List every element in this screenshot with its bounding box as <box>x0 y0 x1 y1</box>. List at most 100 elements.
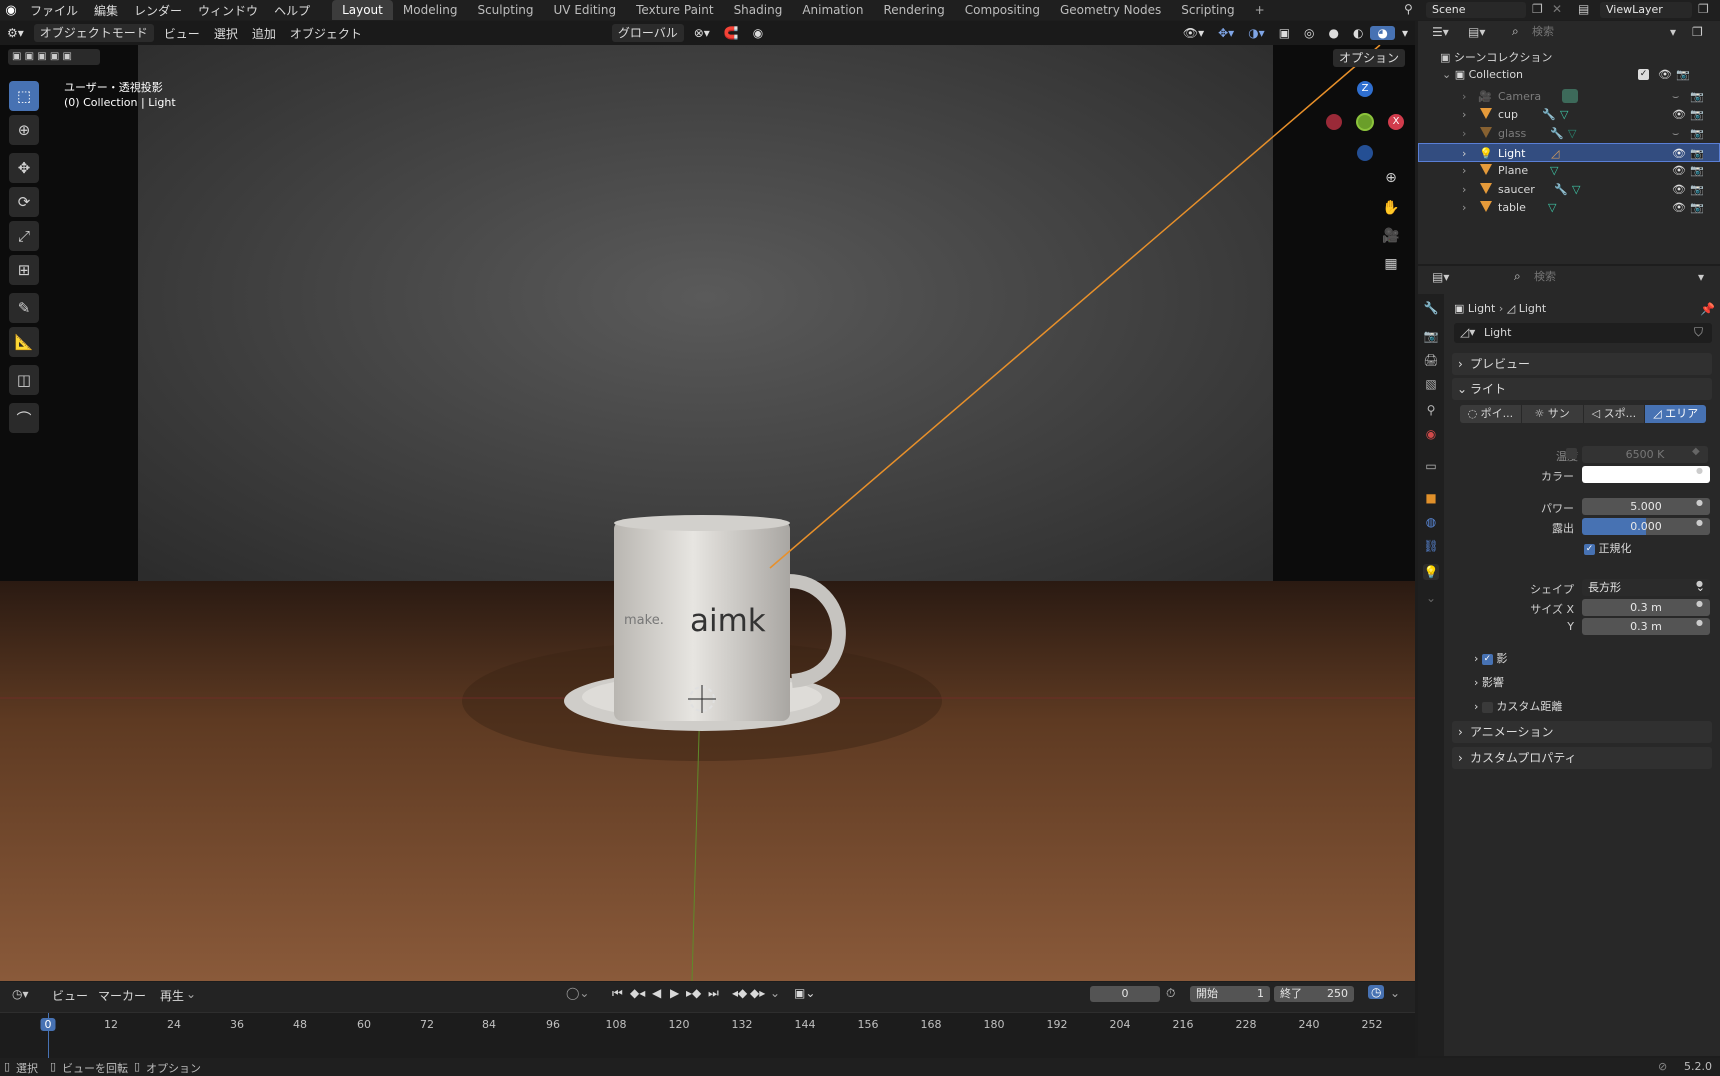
expand-arrow-icon[interactable]: › <box>1462 124 1466 143</box>
camera-view-icon[interactable]: 🎥 <box>1380 225 1402 247</box>
tab-geometry-nodes[interactable]: Geometry Nodes <box>1050 0 1171 20</box>
render-tab-icon[interactable]: 📷 <box>1423 328 1439 344</box>
panel-light-header[interactable]: ⌄ ライト <box>1452 378 1712 400</box>
extrude-curve-tool[interactable]: ⌒ <box>9 403 39 433</box>
subpanel-influence[interactable]: › 影響 <box>1474 674 1504 690</box>
overlay-toggle-icon[interactable]: ◑▾ <box>1241 26 1272 40</box>
outliner-item-glass[interactable]: › glass 🔧 ▽ ⌣ 📷 <box>1418 124 1720 143</box>
timeline-menu-marker[interactable]: マーカー <box>98 987 146 1004</box>
color-keyframe-icon[interactable]: ● <box>1696 466 1703 475</box>
ortho-grid-icon[interactable]: ▦ <box>1380 253 1402 275</box>
view-layer-icon[interactable]: ▤ <box>1578 2 1589 16</box>
annotate-tool[interactable]: ✎ <box>9 293 39 323</box>
constraints-tab-icon[interactable]: ⛓ <box>1423 538 1439 554</box>
eye-icon[interactable]: 👁 <box>1672 161 1686 180</box>
playhead-frame-label[interactable]: 0 <box>40 1018 56 1031</box>
blender-logo-icon[interactable]: ◉ <box>0 3 22 18</box>
light-type-area[interactable]: ◿ エリア <box>1645 405 1706 423</box>
scene-tab-icon[interactable]: ⚲ <box>1423 402 1439 418</box>
new-collection-icon[interactable]: ❐ <box>1692 25 1703 39</box>
transform-tool[interactable]: ⊞ <box>9 255 39 285</box>
light-data-tab-icon[interactable]: 💡 <box>1423 564 1439 580</box>
panel-preview-header[interactable]: › プレビュー <box>1452 353 1712 375</box>
expand-arrow-icon[interactable]: › <box>1462 105 1466 124</box>
scale-tool[interactable]: ⤢ <box>9 221 39 251</box>
pin-icon[interactable]: 📌 <box>1700 302 1715 316</box>
navigation-gizmo[interactable]: Z X <box>1322 81 1408 181</box>
tool-tab-icon[interactable]: 🔧 <box>1423 300 1439 316</box>
display-mode-icon[interactable]: ▤▾ <box>1468 25 1485 39</box>
expand-arrow-icon[interactable]: › <box>1462 161 1466 180</box>
gizmo-neg-z-axis[interactable] <box>1357 145 1373 161</box>
xray-icon[interactable]: ▣ <box>1272 26 1297 40</box>
render-icon[interactable]: 📷 <box>1690 105 1704 124</box>
shading-solid-icon[interactable]: ● <box>1322 26 1346 40</box>
collection-checkbox[interactable]: ✓ <box>1638 69 1649 80</box>
menu-view[interactable]: ビュー <box>157 25 207 42</box>
eye-icon[interactable]: 👁 <box>1672 105 1686 124</box>
panel-custom-props-header[interactable]: › カスタムプロパティ <box>1452 747 1712 769</box>
tab-animation[interactable]: Animation <box>792 0 873 20</box>
keying-set-icon[interactable]: ▣⌄ <box>794 986 815 1000</box>
frame-ruler[interactable] <box>0 1012 1415 1059</box>
hidden-eye-icon[interactable]: ⌣ <box>1672 124 1679 143</box>
sync-icon[interactable]: ◷ <box>1368 985 1385 999</box>
gizmo-toggle-icon[interactable]: ✥▾ <box>1211 26 1241 40</box>
gizmo-z-axis[interactable]: Z <box>1357 81 1373 97</box>
end-frame-field[interactable]: 終了 250 <box>1274 986 1354 1002</box>
size-y-keyframe-icon[interactable]: ● <box>1696 618 1703 627</box>
shading-material-icon[interactable]: ◐ <box>1346 26 1370 40</box>
render-icon[interactable]: 📷 <box>1690 161 1704 180</box>
properties-search-input[interactable] <box>1528 269 1636 285</box>
gizmo-neg-x-axis[interactable] <box>1326 114 1342 130</box>
gizmo-x-axis[interactable]: X <box>1388 114 1404 130</box>
transform-orientation-dropdown[interactable]: グローバル <box>611 24 684 42</box>
tab-modeling[interactable]: Modeling <box>393 0 468 20</box>
shading-options-icon[interactable]: ▾ <box>1395 26 1415 40</box>
outliner-item-plane[interactable]: › Plane ▽ 👁 📷 <box>1418 161 1720 180</box>
menu-object[interactable]: オブジェクト <box>283 25 369 42</box>
eye-icon[interactable]: 👁 <box>1672 198 1686 217</box>
power-keyframe-icon[interactable]: ● <box>1696 498 1703 507</box>
subpanel-custom-distance[interactable]: › カスタム距離 <box>1474 698 1562 714</box>
outliner-item-camera[interactable]: › 🎥 Camera ⌣ 📷 <box>1418 87 1720 106</box>
current-frame-field[interactable]: 0 <box>1090 986 1160 1002</box>
more-tabs-icon[interactable]: ⌄ <box>1423 590 1439 606</box>
editor-type-icon[interactable]: ⚙▾ <box>0 26 31 40</box>
temperature-field[interactable]: 6500 K <box>1582 446 1708 463</box>
properties-editor-icon[interactable]: ▤▾ <box>1432 270 1449 284</box>
tab-shading[interactable]: Shading <box>724 0 793 20</box>
menu-window[interactable]: ウィンドウ <box>190 2 266 19</box>
keying-dropdown-icon[interactable]: ⌄ <box>770 986 780 1000</box>
render-icon[interactable]: 📷 <box>1690 180 1704 199</box>
outliner-item-light[interactable]: › 💡 Light ◿ 👁 📷 <box>1418 143 1720 162</box>
scene-selector[interactable]: Scene <box>1426 2 1526 18</box>
prev-keyframe-icon[interactable]: ◂◆ <box>732 986 747 1000</box>
size-x-field[interactable]: 0.3 m <box>1582 599 1710 616</box>
light-type-spot[interactable]: ◁ スポ... <box>1583 405 1645 423</box>
play-icon[interactable]: ▶ <box>670 986 679 1000</box>
auto-keying-icon[interactable]: ◯⌄ <box>566 986 589 1000</box>
proportional-edit-icon[interactable]: ◉ <box>746 26 770 40</box>
custom-distance-checkbox[interactable] <box>1481 701 1493 713</box>
jump-keyframe-back-icon[interactable]: ◆◂ <box>630 986 645 1000</box>
menu-file[interactable]: ファイル <box>22 2 86 19</box>
gizmo-y-axis[interactable] <box>1356 113 1374 131</box>
tab-uv-editing[interactable]: UV Editing <box>544 0 627 20</box>
filter-icon[interactable]: ▾ <box>1670 25 1676 39</box>
power-field[interactable]: 5.000 <box>1582 498 1710 515</box>
tab-scripting[interactable]: Scripting <box>1171 0 1244 20</box>
jump-end-icon[interactable]: ⏭ <box>708 986 719 1001</box>
light-type-sun[interactable]: ☼ サン <box>1521 405 1583 423</box>
outliner-item-saucer[interactable]: › saucer 🔧 ▽ 👁 📷 <box>1418 180 1720 199</box>
rotate-tool[interactable]: ⟳ <box>9 187 39 217</box>
options-dropdown[interactable]: オプション <box>1333 49 1406 67</box>
fake-user-shield-icon[interactable]: ⛉ <box>1694 325 1703 340</box>
eye-icon[interactable]: 👁 <box>1672 180 1686 199</box>
pan-hand-icon[interactable]: ✋ <box>1380 197 1402 219</box>
collapse-arrow-icon[interactable]: ⌄ <box>1442 68 1455 81</box>
visibility-icon[interactable]: 👁▾ <box>1176 26 1211 40</box>
tab-sculpting[interactable]: Sculpting <box>467 0 543 20</box>
outliner-item-table[interactable]: › table ▽ 👁 📷 <box>1418 198 1720 217</box>
panel-animation-header[interactable]: › アニメーション <box>1452 721 1712 743</box>
